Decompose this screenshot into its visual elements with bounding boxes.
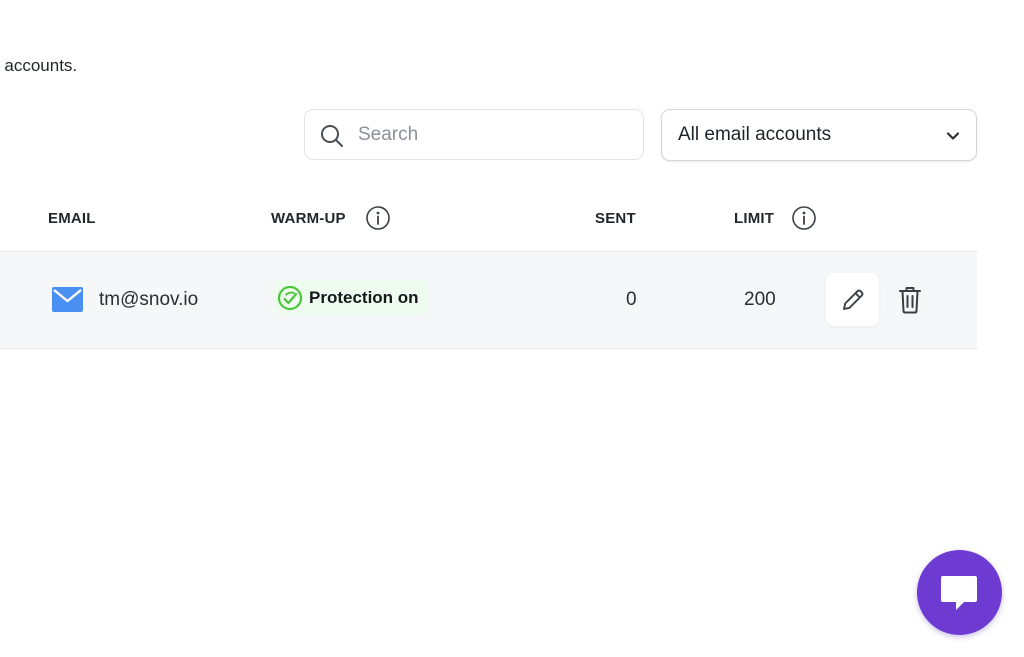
row-limit-value: 200 — [744, 289, 776, 310]
pencil-icon — [843, 289, 864, 310]
chevron-down-icon — [946, 132, 960, 140]
chat-launcher-button[interactable] — [917, 550, 1002, 635]
warmup-status-label: Protection on — [309, 287, 419, 307]
limit-info-icon[interactable] — [791, 205, 817, 231]
chat-bubble-icon — [941, 576, 977, 610]
page-description: r accounts. — [0, 56, 78, 75]
search-input[interactable] — [358, 120, 628, 150]
edit-button[interactable] — [826, 273, 879, 326]
row-sent-count: 0 — [626, 289, 637, 310]
column-header-sent: SENT — [595, 210, 636, 227]
search-box[interactable] — [304, 109, 644, 160]
delete-button[interactable] — [895, 284, 925, 316]
trash-icon — [899, 287, 921, 314]
search-icon — [321, 125, 343, 147]
column-header-limit: LIMIT — [734, 210, 775, 227]
warmup-info-icon[interactable] — [365, 205, 391, 231]
envelope-icon — [52, 287, 83, 312]
filter-selected-value: All email accounts — [678, 124, 832, 145]
shield-check-icon — [277, 285, 303, 310]
column-header-warmup: WARM-UP — [271, 210, 346, 227]
row-email: tm@snov.io — [99, 289, 199, 310]
warmup-status-badge: Protection on — [273, 280, 428, 315]
email-account-filter-select[interactable]: All email accounts — [661, 109, 977, 161]
column-header-email: EMAIL — [48, 210, 96, 227]
